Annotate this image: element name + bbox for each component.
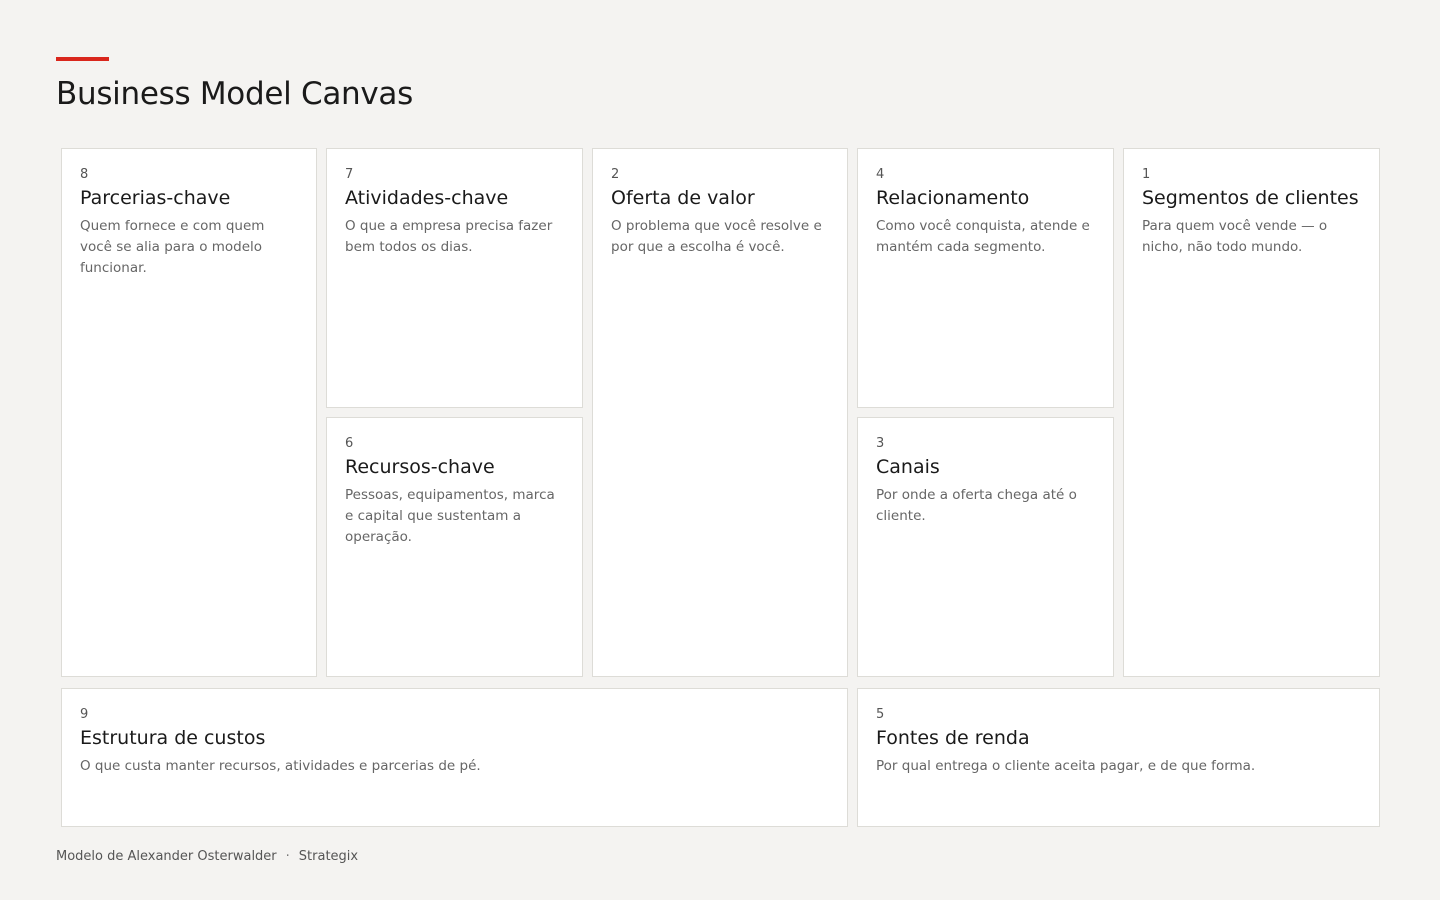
block-title: Segmentos de clientes	[1142, 187, 1359, 209]
block-title: Canais	[876, 456, 940, 478]
footer: Modelo de Alexander Osterwalder · Strategi…	[56, 849, 358, 864]
footer-brand: Strategix	[298, 849, 359, 864]
block-value-proposition: 2 Oferta de valor O problema que você re…	[592, 148, 848, 677]
block-number: 9	[80, 707, 89, 722]
block-title: Parcerias-chave	[80, 187, 231, 209]
block-customer-relationships: 4 Relacionamento Como você conquista, at…	[857, 148, 1114, 408]
block-revenue-streams: 5 Fontes de renda Por qual entrega o cli…	[857, 688, 1380, 827]
block-number: 8	[80, 167, 89, 182]
block-number: 5	[876, 707, 885, 722]
block-cost-structure: 9 Estrutura de custos O que custa manter…	[61, 688, 848, 827]
block-key-resources: 6 Recursos-chave Pessoas, equipamentos, …	[326, 417, 583, 677]
block-number: 4	[876, 167, 885, 182]
block-channels: 3 Canais Por onde a oferta chega até o c…	[857, 417, 1114, 677]
block-description: Pessoas, equipamentos, marca e capital q…	[345, 487, 555, 545]
block-title: Relacionamento	[876, 187, 1030, 209]
block-description: O problema que você resolve e por que a …	[611, 218, 822, 255]
block-customer-segments: 1 Segmentos de clientes Para quem você v…	[1123, 148, 1380, 677]
block-description: O que custa manter recursos, atividades …	[80, 758, 481, 774]
canvas-page: Business Model Canvas 8 Parcerias-chave …	[0, 0, 1440, 900]
block-title: Estrutura de custos	[80, 727, 266, 749]
block-number: 7	[345, 167, 354, 182]
page-title: Business Model Canvas	[56, 76, 413, 112]
block-description: Por qual entrega o cliente aceita pagar,…	[876, 758, 1256, 774]
block-title: Atividades-chave	[345, 187, 509, 209]
block-description: O que a empresa precisa fazer bem todos …	[345, 218, 553, 255]
block-description: Como você conquista, atende e mantém cad…	[876, 218, 1090, 255]
title-accent-bar	[56, 57, 109, 61]
block-description: Por onde a oferta chega até o cliente.	[876, 487, 1077, 524]
block-number: 6	[345, 436, 354, 451]
footer-credit: Modelo de Alexander Osterwalder	[56, 849, 277, 864]
footer-separator: ·	[285, 849, 290, 864]
block-title: Oferta de valor	[611, 187, 755, 209]
block-number: 3	[876, 436, 885, 451]
block-title: Fontes de renda	[876, 727, 1030, 749]
block-description: Para quem você vende — o nicho, não todo…	[1142, 218, 1328, 255]
block-number: 2	[611, 167, 620, 182]
block-key-activities: 7 Atividades-chave O que a empresa preci…	[326, 148, 583, 408]
block-key-partners: 8 Parcerias-chave Quem fornece e com que…	[61, 148, 317, 677]
block-number: 1	[1142, 167, 1151, 182]
block-description: Quem fornece e com quem você se alia par…	[80, 218, 265, 276]
block-title: Recursos-chave	[345, 456, 495, 478]
